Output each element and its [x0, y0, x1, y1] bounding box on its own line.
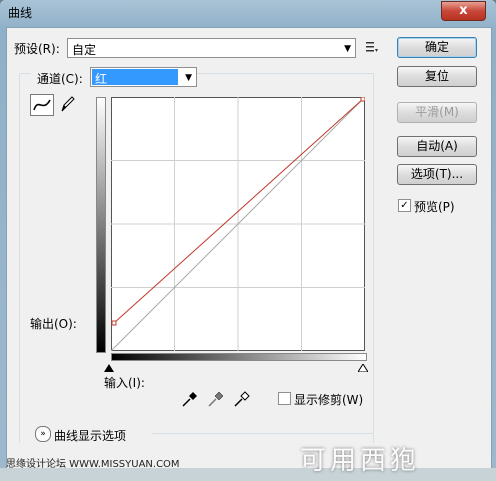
group-border-bottom: [152, 433, 373, 434]
expand-chevron-icon[interactable]: »: [35, 426, 51, 442]
channel-label: 通道(C):: [37, 72, 83, 86]
preset-value: 自定: [72, 43, 97, 57]
title-bar[interactable]: 曲线 x: [0, 0, 496, 26]
curve-point-shadow[interactable]: [111, 320, 117, 326]
group-border-left: [19, 73, 20, 443]
group-border-top-right: [194, 73, 374, 74]
pencil-tool-icon: [61, 96, 75, 112]
pencil-tool[interactable]: [59, 94, 77, 114]
black-point-eyedropper-icon: [182, 392, 197, 407]
gray-point-eyedropper[interactable]: [207, 390, 225, 411]
close-button[interactable]: x: [441, 1, 486, 21]
chevron-down-icon: ▼: [344, 44, 351, 54]
smooth-button[interactable]: 平滑(M): [397, 102, 477, 123]
channel-dropdown[interactable]: 红 ▼: [90, 67, 197, 87]
show-clipping-checkbox[interactable]: [278, 392, 291, 405]
curve-point-highlight[interactable]: [360, 97, 365, 102]
close-icon: x: [459, 3, 468, 18]
input-gradient-bar: [111, 353, 367, 361]
ok-button[interactable]: 确定: [397, 37, 477, 58]
curve-point-tool-icon: [33, 99, 51, 111]
curves-dialog: 曲线 x 预设(R): 自定 ▼ 通道(C): 红 ▼ 输出(O): 输入(I)…: [0, 0, 496, 481]
black-point-eyedropper[interactable]: [181, 390, 199, 411]
dialog-body: 预设(R): 自定 ▼ 通道(C): 红 ▼ 输出(O): 输入(I): 显示修…: [6, 27, 492, 469]
preset-label: 预设(R):: [14, 42, 60, 56]
group-border-right: [373, 73, 374, 443]
window-title: 曲线: [8, 6, 33, 20]
preview-checkbox[interactable]: ✓: [398, 199, 411, 212]
channel-value: 红: [95, 72, 108, 86]
curve-display-options-label[interactable]: 曲线显示选项: [54, 427, 126, 444]
preset-options-icon[interactable]: [365, 40, 379, 54]
reset-button[interactable]: 复位: [397, 66, 477, 87]
group-border-top-left: [19, 73, 31, 74]
chevron-down-icon: ▼: [185, 73, 192, 83]
curve-graph[interactable]: [111, 97, 365, 351]
white-point-eyedropper[interactable]: [233, 390, 251, 411]
watermark-right: 可用西狍: [300, 446, 421, 476]
output-label: 输出(O):: [30, 317, 77, 331]
show-clipping-label[interactable]: 显示修剪(W): [294, 391, 363, 408]
options-button[interactable]: 选项(T)...: [397, 164, 477, 185]
black-input-slider[interactable]: [104, 361, 114, 375]
auto-button[interactable]: 自动(A): [397, 136, 477, 157]
input-label: 输入(I):: [104, 376, 145, 390]
watermark-left: 思缘设计论坛 WWW.MISSYUAN.COM: [6, 459, 180, 470]
output-gradient-bar: [96, 97, 106, 353]
curve-point-tool[interactable]: [30, 94, 54, 116]
preview-label[interactable]: 预览(P): [414, 198, 455, 215]
gray-point-eyedropper-icon: [208, 391, 224, 407]
preset-dropdown[interactable]: 自定 ▼: [67, 38, 356, 58]
white-point-eyedropper-icon: [234, 391, 250, 407]
white-input-slider[interactable]: [357, 361, 369, 375]
